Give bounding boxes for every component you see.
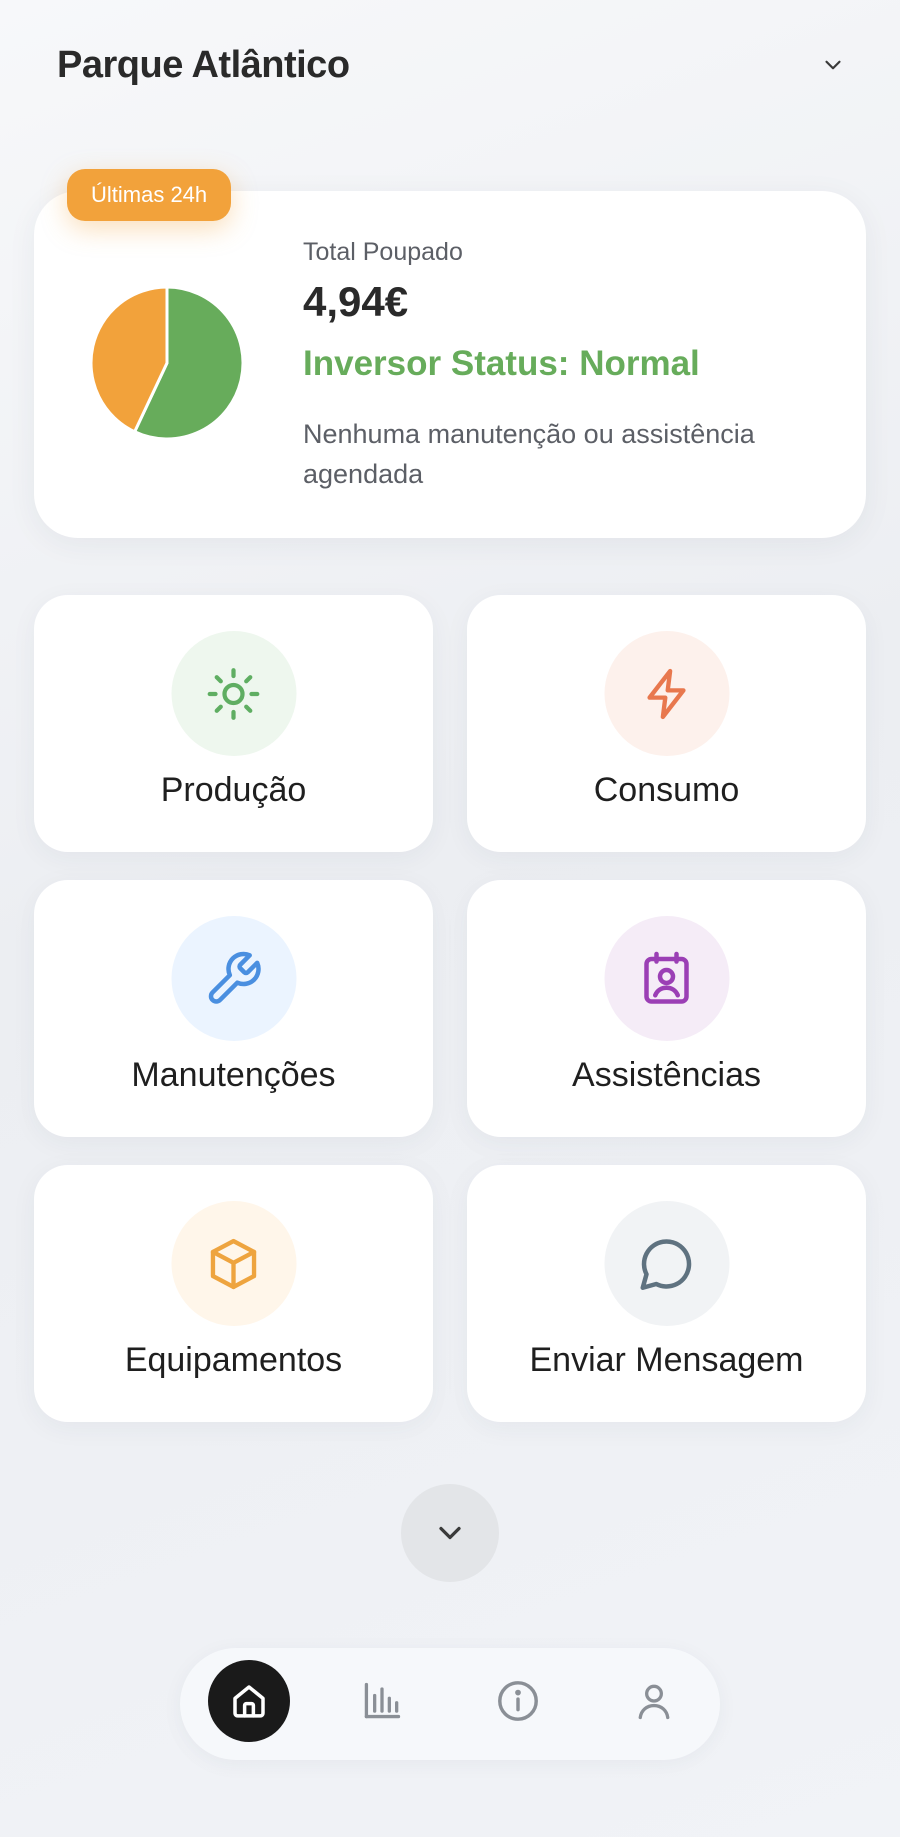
lightning-icon (647, 668, 686, 719)
nav-home[interactable] (208, 1660, 290, 1742)
tile-icon-circle (604, 1201, 729, 1326)
box-icon (210, 1238, 257, 1289)
user-icon (638, 1684, 670, 1720)
tile-label: Assistências (572, 1056, 761, 1094)
chevron-down-icon (439, 1526, 461, 1540)
tile-label: Consumo (593, 771, 740, 809)
tile-consumo[interactable]: Consumo (467, 595, 866, 852)
chat-bubble-icon (640, 1238, 692, 1290)
nav-profile[interactable] (613, 1660, 695, 1742)
tile-icon-circle (171, 916, 296, 1041)
wrench-icon (208, 951, 261, 1004)
inverter-status: Inversor Status: Normal (303, 344, 700, 383)
site-title[interactable]: Parque Atlântico (57, 44, 350, 87)
savings-pie-chart (89, 285, 245, 441)
show-more-button[interactable] (401, 1484, 499, 1582)
chevron-down-icon (825, 60, 841, 70)
tile-icon-circle (604, 631, 729, 756)
nav-info[interactable] (477, 1660, 559, 1742)
period-badge: Últimas 24h (67, 169, 232, 221)
header: Parque Atlântico (0, 0, 900, 130)
bar-chart-icon (364, 1682, 401, 1719)
tile-enviar-mensagem[interactable]: Enviar Mensagem (467, 1165, 866, 1422)
tile-label: Manutenções (131, 1056, 336, 1094)
sun-icon (207, 667, 260, 720)
site-selector-chevron[interactable] (816, 48, 850, 82)
tile-equipamentos[interactable]: Equipamentos (34, 1165, 433, 1422)
tile-label: Produção (160, 771, 307, 809)
info-icon (498, 1681, 538, 1721)
total-saved-label: Total Poupado (303, 238, 463, 266)
nav-statistics[interactable] (341, 1660, 423, 1742)
contact-calendar-icon (644, 951, 689, 1004)
home-icon (233, 1685, 265, 1718)
bottom-nav (180, 1648, 720, 1760)
tile-icon-circle (171, 631, 296, 756)
tile-icon-circle (171, 1201, 296, 1326)
tile-assistencias[interactable]: Assistências (467, 880, 866, 1137)
tile-icon-circle (604, 916, 729, 1041)
maintenance-note: Nenhuma manutenção ou assistência agenda… (303, 419, 755, 489)
tile-label: Equipamentos (124, 1341, 343, 1379)
tile-producao[interactable]: Produção (34, 595, 433, 852)
tile-manutencoes[interactable]: Manutenções (34, 880, 433, 1137)
total-saved-value: 4,94€ (303, 278, 409, 325)
tile-label: Enviar Mensagem (529, 1341, 804, 1379)
